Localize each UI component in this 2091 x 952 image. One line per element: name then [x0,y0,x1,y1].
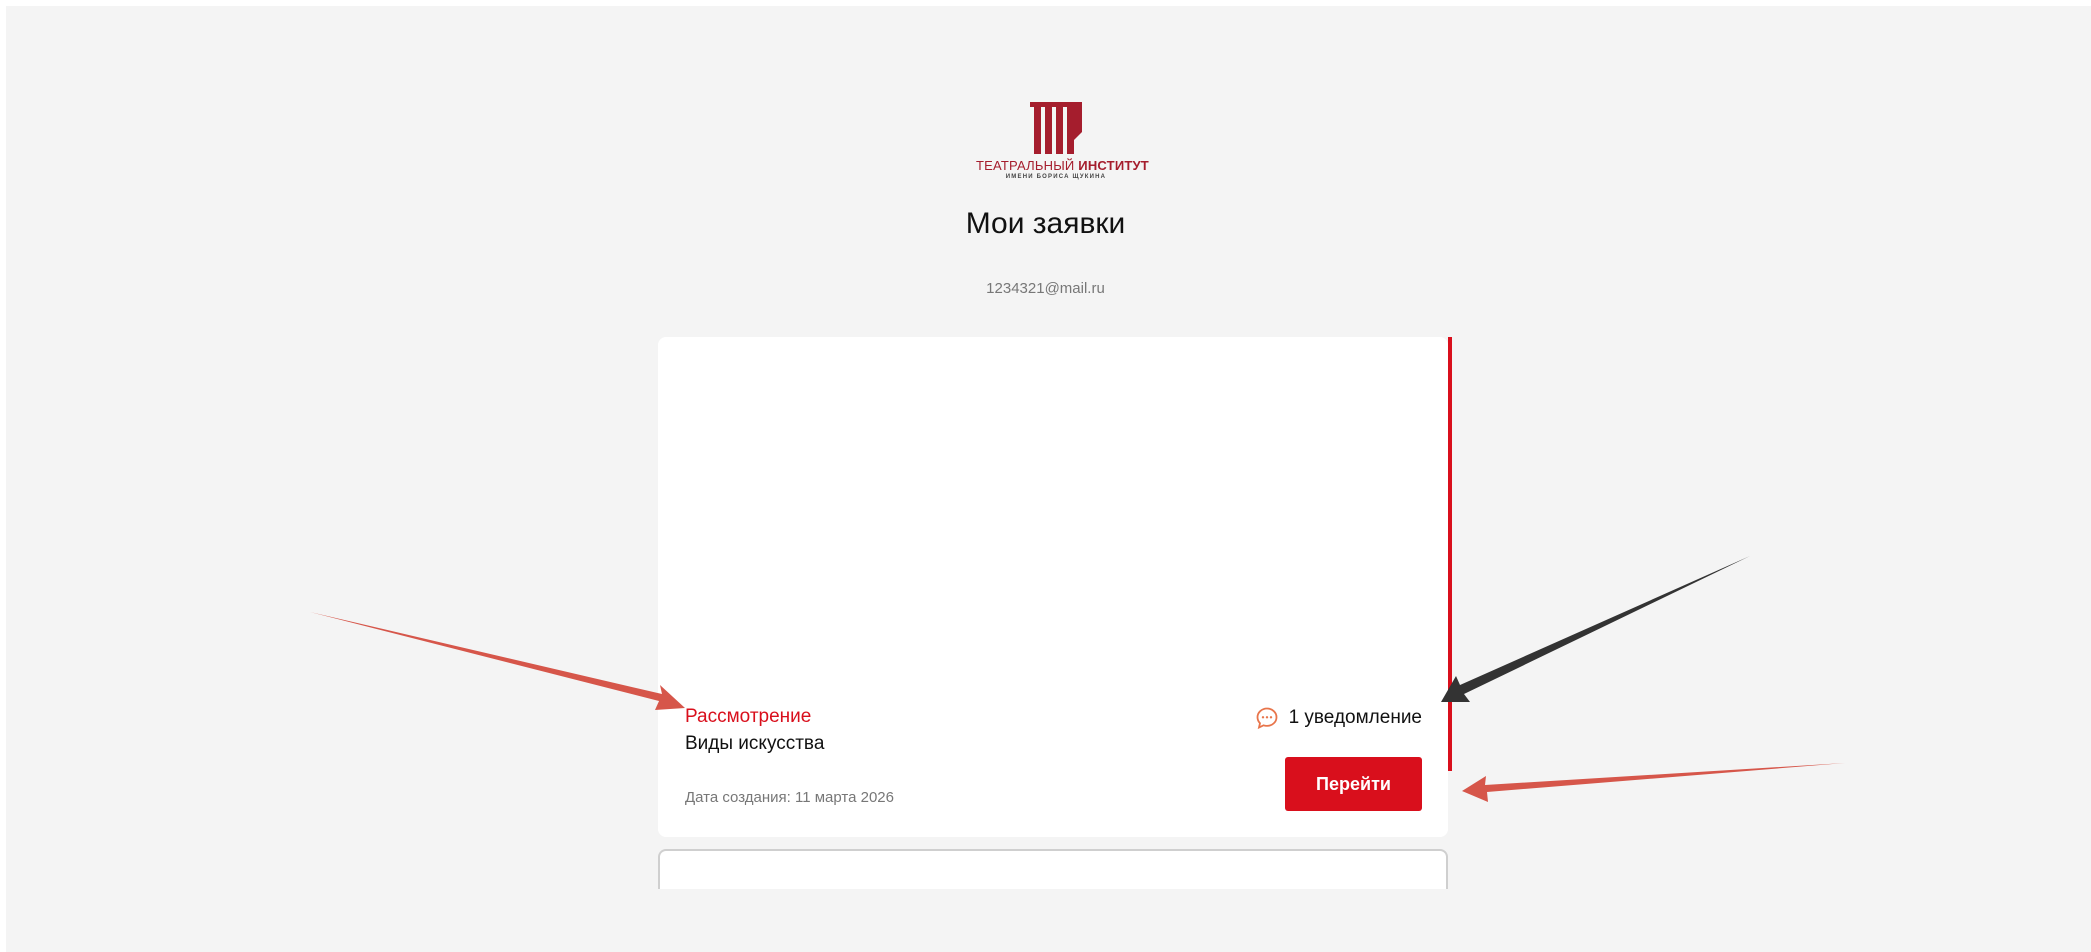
creation-date: Дата создания: 11 марта 2026 [685,789,894,806]
logo-mark-icon [1030,102,1082,154]
card-accent-bar [1448,337,1452,771]
logo-text-secondary: ИМЕНИ БОРИСА ЩУКИНА [1005,174,1107,180]
chat-bubble-icon [1256,707,1277,730]
page-title: Мои заявки [965,207,1126,240]
goto-application-button[interactable]: Перейти [1285,757,1422,811]
application-card: Рассмотрение Виды искусства Дата создани… [658,337,1448,837]
notification-count: 1 уведомление [1288,707,1422,728]
logo-text-primary: ТЕАТРАЛЬНЫЙ ИНСТИТУТ [976,158,1149,173]
logo-text-normal: ТЕАТРАЛЬНЫЙ [976,158,1075,173]
institute-logo: ТЕАТРАЛЬНЫЙ ИНСТИТУТ ИМЕНИ БОРИСА ЩУКИНА [976,102,1149,194]
program-name: Виды искусства [685,733,825,754]
application-card-next [658,849,1448,889]
status-badge: Рассмотрение [685,706,812,727]
user-email: 1234321@mail.ru [986,280,1105,297]
notification-indicator[interactable]: 1 уведомление [1255,706,1422,730]
logo-text-bold: ИНСТИТУТ [1078,158,1149,173]
